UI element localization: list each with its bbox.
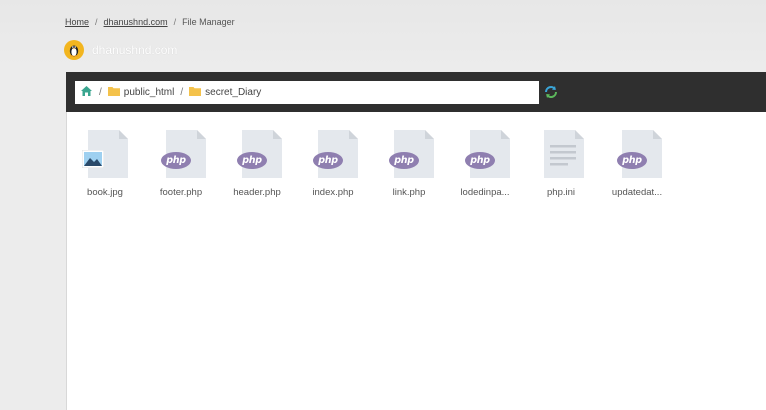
file-manager-toolbar: / public_html / secret_Diary <box>66 72 766 112</box>
site-name: dhanushnd.com <box>92 43 178 57</box>
file-item[interactable]: php lodedinpa... <box>447 130 523 198</box>
path-segment-secret-diary[interactable]: secret_Diary <box>189 86 261 99</box>
file-name: index.php <box>312 187 354 198</box>
home-icon[interactable] <box>80 85 93 100</box>
linux-penguin-icon <box>64 40 84 60</box>
php-badge: php <box>313 152 343 169</box>
file-item[interactable]: php.ini <box>523 130 599 198</box>
file-grid: book.jpg php footer.php php header.php p… <box>67 130 675 198</box>
php-file-icon: php <box>617 130 662 178</box>
breadcrumb-home-link[interactable]: Home <box>65 17 89 27</box>
path-segment-label: public_html <box>123 87 175 98</box>
file-name: header.php <box>233 187 281 198</box>
refresh-icon[interactable] <box>544 85 558 99</box>
php-badge: php <box>161 152 191 169</box>
breadcrumb: Home / dhanushnd.com / File Manager <box>65 17 235 27</box>
image-file-icon <box>82 130 128 178</box>
path-segment-label: secret_Diary <box>205 87 262 98</box>
folder-icon <box>107 86 120 99</box>
php-badge: php <box>389 152 419 169</box>
file-name: book.jpg <box>87 187 123 198</box>
path-segment-public-html[interactable]: public_html <box>107 86 175 99</box>
php-badge: php <box>237 152 267 169</box>
file-name: footer.php <box>159 187 203 198</box>
site-header: dhanushnd.com <box>64 40 177 60</box>
php-file-icon: php <box>465 130 510 178</box>
file-name: updatedat... <box>611 187 663 198</box>
php-badge: php <box>617 152 647 169</box>
file-name: lodedinpa... <box>460 187 510 198</box>
file-list-panel: book.jpg php footer.php php header.php p… <box>66 112 766 410</box>
php-file-icon: php <box>161 130 206 178</box>
php-file-icon: php <box>389 130 434 178</box>
breadcrumb-separator: / <box>95 17 98 27</box>
file-item[interactable]: php header.php <box>219 130 295 198</box>
breadcrumb-separator: / <box>173 17 177 27</box>
file-item[interactable]: php footer.php <box>143 130 219 198</box>
folder-icon <box>189 86 202 99</box>
breadcrumb-current: File Manager <box>182 17 235 27</box>
file-name: link.php <box>392 187 426 198</box>
file-item[interactable]: php index.php <box>295 130 371 198</box>
breadcrumb-domain-link[interactable]: dhanushnd.com <box>104 17 168 27</box>
path-bar: / public_html / secret_Diary <box>75 81 539 104</box>
php-badge: php <box>465 152 495 169</box>
text-file-icon <box>541 130 584 178</box>
file-item[interactable]: book.jpg <box>67 130 143 198</box>
file-item[interactable]: php link.php <box>371 130 447 198</box>
file-name: php.ini <box>547 187 575 198</box>
file-item[interactable]: php updatedat... <box>599 130 675 198</box>
php-file-icon: php <box>313 130 358 178</box>
path-separator: / <box>99 87 102 98</box>
php-file-icon: php <box>237 130 282 178</box>
path-separator: / <box>180 87 184 98</box>
